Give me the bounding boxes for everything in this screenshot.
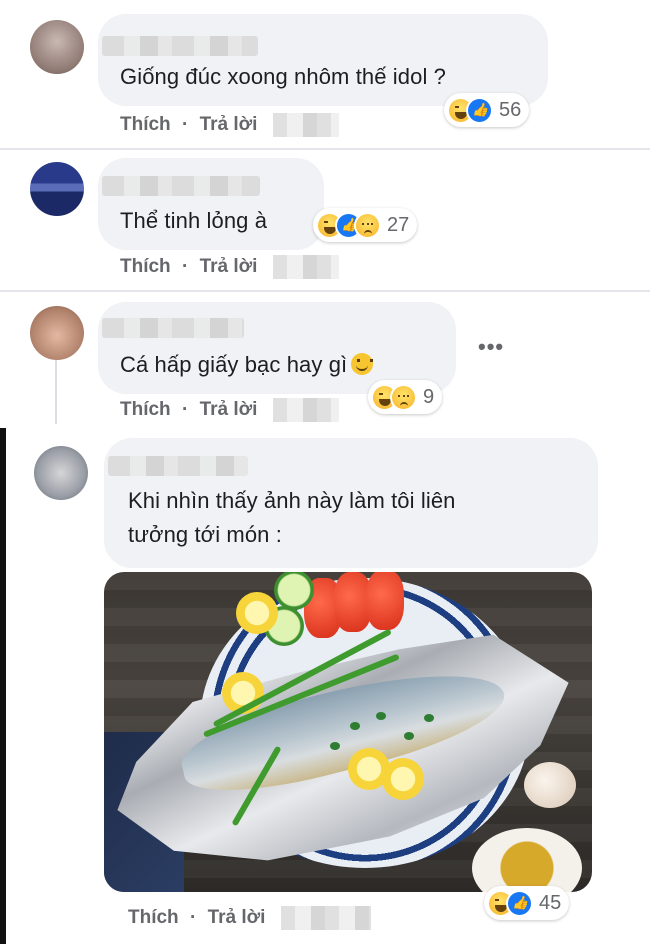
herb — [424, 714, 434, 722]
attached-photo[interactable] — [104, 572, 592, 892]
comment-text-line: Khi nhìn thấy ảnh này làm tôi liên — [128, 488, 456, 513]
divider — [0, 290, 650, 292]
reaction-summary[interactable]: 56 — [444, 93, 530, 127]
comment-actions: Thích · Trả lời — [128, 906, 371, 930]
separator: · — [189, 907, 197, 928]
comment-text: Giống đúc xoong nhôm thế idol ? — [120, 64, 446, 89]
comment-text: Cá hấp giấy bạc hay gì — [120, 348, 374, 382]
like-button[interactable]: Thích — [120, 399, 171, 421]
herb — [330, 742, 340, 750]
reaction-count: 9 — [423, 385, 435, 408]
comment-actions: Thích · Trả lời — [120, 113, 339, 137]
comment-text-content: Cá hấp giấy bạc hay gì — [120, 352, 348, 377]
sad-icon — [354, 211, 381, 239]
timestamp[interactable] — [272, 255, 339, 279]
author-name[interactable] — [102, 318, 244, 338]
comment-text: Thể tinh lỏng à — [120, 208, 268, 233]
thread-line — [55, 360, 57, 424]
author-name[interactable] — [102, 36, 258, 56]
garlic — [524, 762, 576, 808]
like-button[interactable]: Thích — [128, 907, 179, 929]
sad-icon — [390, 383, 417, 411]
avatar[interactable] — [30, 162, 84, 216]
timestamp[interactable] — [272, 398, 339, 422]
reaction-summary[interactable]: 45 — [484, 886, 570, 920]
separator: · — [181, 399, 189, 420]
like-icon — [506, 889, 533, 917]
reply-button[interactable]: Trả lời — [200, 256, 258, 278]
timestamp[interactable] — [280, 906, 371, 930]
timestamp[interactable] — [272, 113, 339, 137]
smile-emoji-icon — [351, 353, 374, 375]
author-name[interactable] — [108, 456, 248, 476]
reaction-summary[interactable]: 27 — [313, 208, 418, 242]
avatar[interactable] — [30, 20, 84, 74]
lemon-slice — [382, 758, 424, 800]
reply-button[interactable]: Trả lời — [208, 907, 266, 929]
reaction-count: 45 — [539, 891, 562, 914]
comment-text-line: tưởng tới món : — [128, 522, 282, 547]
like-icon — [466, 96, 493, 124]
reaction-summary[interactable]: 9 — [368, 380, 443, 414]
avatar[interactable] — [30, 306, 84, 360]
comment-actions: Thích · Trả lời — [120, 398, 339, 422]
reply-button[interactable]: Trả lời — [200, 114, 258, 136]
like-button[interactable]: Thích — [120, 256, 171, 278]
author-name[interactable] — [102, 176, 260, 196]
herb — [350, 722, 360, 730]
tomato — [366, 572, 404, 630]
divider — [0, 148, 650, 150]
reply-button[interactable]: Trả lời — [200, 399, 258, 421]
comment-text: Khi nhìn thấy ảnh này làm tôi liên tưởng… — [128, 484, 456, 552]
more-options-button[interactable]: ••• — [478, 334, 504, 360]
avatar[interactable] — [34, 446, 88, 500]
reaction-count: 56 — [499, 98, 522, 121]
herb — [404, 732, 414, 740]
lemon-slice — [236, 592, 278, 634]
separator: · — [181, 114, 189, 135]
reaction-count: 27 — [387, 213, 410, 236]
screenshot-edge — [0, 428, 6, 944]
comment-actions: Thích · Trả lời — [120, 255, 339, 279]
like-button[interactable]: Thích — [120, 114, 171, 136]
separator: · — [181, 256, 189, 277]
herb — [376, 712, 386, 720]
